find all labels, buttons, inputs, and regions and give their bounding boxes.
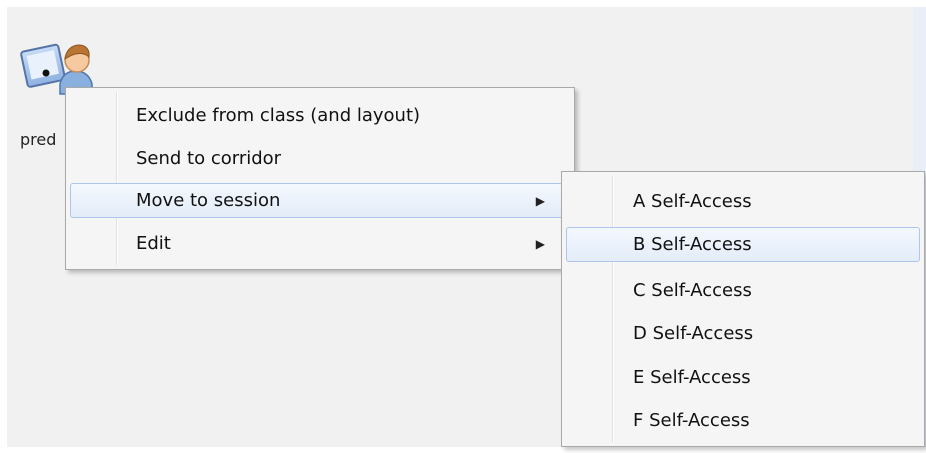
session-item-e[interactable]: E Self-Access bbox=[566, 360, 920, 395]
session-item-d[interactable]: D Self-Access bbox=[566, 316, 920, 351]
session-submenu: A Self-Access B Self-Access C Self-Acces… bbox=[561, 171, 925, 447]
submenu-arrow-icon: ▶ bbox=[535, 236, 545, 251]
session-item-c[interactable]: C Self-Access bbox=[566, 273, 920, 308]
session-item-label: C Self-Access bbox=[633, 280, 752, 301]
submenu-arrow-icon: ▶ bbox=[535, 193, 545, 208]
menu-item-label: Send to corridor bbox=[136, 148, 282, 169]
session-item-label: B Self-Access bbox=[633, 234, 752, 255]
menu-item-label: Move to session bbox=[136, 190, 281, 211]
menu-item-label: Edit bbox=[136, 233, 171, 254]
session-item-label: F Self-Access bbox=[633, 410, 750, 431]
menu-item-exclude-from-class[interactable]: Exclude from class (and layout) bbox=[70, 98, 570, 133]
menu-item-edit[interactable]: Edit ▶ bbox=[70, 226, 570, 261]
session-item-label: D Self-Access bbox=[633, 323, 754, 344]
session-item-f[interactable]: F Self-Access bbox=[566, 403, 920, 438]
session-item-label: E Self-Access bbox=[633, 367, 751, 388]
session-item-a[interactable]: A Self-Access bbox=[566, 184, 920, 219]
session-item-b[interactable]: B Self-Access bbox=[566, 227, 920, 262]
menu-item-send-to-corridor[interactable]: Send to corridor bbox=[70, 141, 570, 176]
student-label: pred bbox=[20, 130, 57, 149]
session-item-label: A Self-Access bbox=[633, 191, 752, 212]
menu-item-move-to-session[interactable]: Move to session ▶ bbox=[70, 183, 570, 218]
context-menu: Exclude from class (and layout) Send to … bbox=[65, 87, 575, 270]
menu-item-label: Exclude from class (and layout) bbox=[136, 105, 421, 126]
